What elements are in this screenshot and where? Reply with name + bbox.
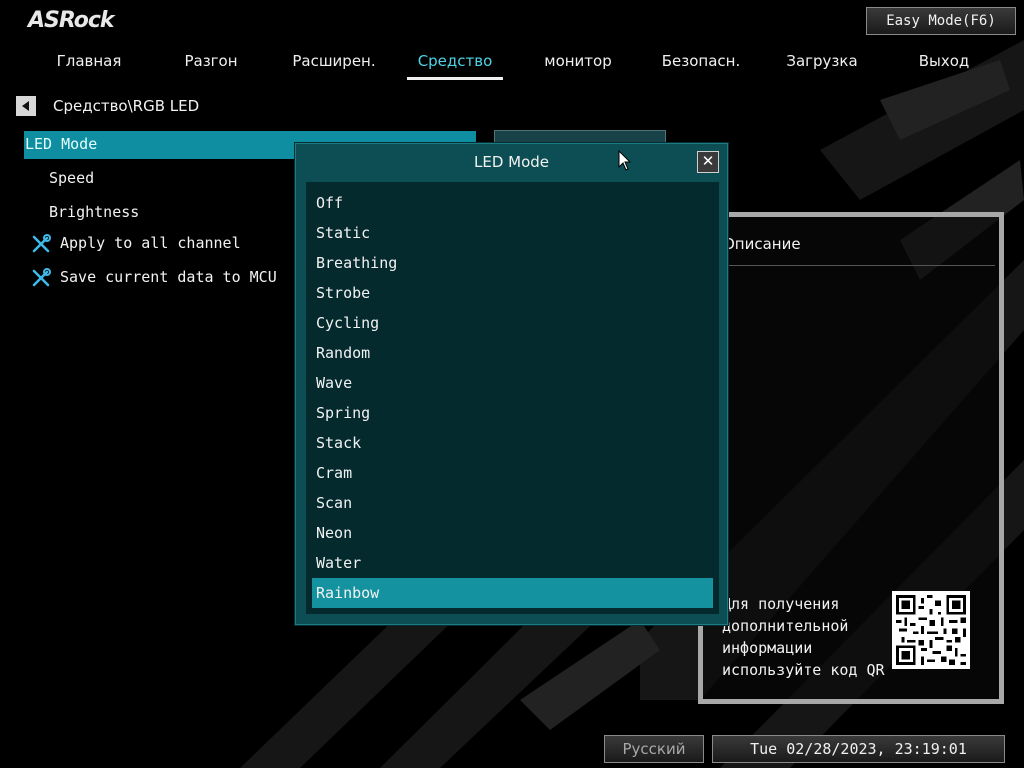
led-mode-dialog: LED Mode ✕ Off Static Breathing Strobe C… <box>295 143 728 625</box>
description-title: Описание <box>723 235 801 253</box>
language-button[interactable]: Русский <box>604 735 704 763</box>
menu-item-label: Brightness <box>49 203 140 221</box>
mouse-cursor-icon <box>618 150 632 171</box>
tab-oc-tweaker[interactable]: Разгон <box>170 46 252 80</box>
menu-item-label: Speed <box>49 169 95 187</box>
wrench-screwdriver-icon <box>32 233 51 252</box>
option-cycling[interactable]: Cycling <box>312 308 713 338</box>
menu-item-speed[interactable]: Speed <box>49 165 94 193</box>
back-arrow-icon[interactable] <box>16 96 36 116</box>
option-strobe[interactable]: Strobe <box>312 278 713 308</box>
option-random[interactable]: Random <box>312 338 713 368</box>
tab-main[interactable]: Главная <box>44 46 134 80</box>
asrock-logo: ASRock <box>28 8 115 33</box>
option-neon[interactable]: Neon <box>312 518 713 548</box>
menu-item-label: LED Mode <box>25 135 98 153</box>
wrench-screwdriver-icon <box>32 267 51 286</box>
menu-item-label: Apply to all channel <box>60 234 241 252</box>
qr-info-text: Для получения дополнительной информации … <box>722 595 885 679</box>
tab-tool[interactable]: Средство <box>407 46 503 80</box>
datetime-display: Tue 02/28/2023, 23:19:01 <box>712 735 1005 763</box>
option-water[interactable]: Water <box>312 548 713 578</box>
qr-code <box>892 591 970 669</box>
tab-advanced[interactable]: Расширен. <box>290 46 378 80</box>
option-spring[interactable]: Spring <box>312 398 713 428</box>
option-rainbow[interactable]: Rainbow <box>312 578 713 608</box>
description-panel: Описание Для получения дополнительной ин… <box>698 212 1004 704</box>
menu-item-label: Save current data to MCU <box>60 268 277 286</box>
menu-item-save-to-mcu[interactable]: Save current data to MCU <box>30 264 277 292</box>
option-stack[interactable]: Stack <box>312 428 713 458</box>
option-breathing[interactable]: Breathing <box>312 248 713 278</box>
close-icon[interactable]: ✕ <box>697 151 719 173</box>
dialog-title: LED Mode <box>473 153 550 171</box>
option-static[interactable]: Static <box>312 218 713 248</box>
option-wave[interactable]: Wave <box>312 368 713 398</box>
tab-boot[interactable]: Загрузка <box>780 46 864 80</box>
main-nav: Главная Разгон Расширен. Средство монито… <box>0 46 1024 82</box>
option-cram[interactable]: Cram <box>312 458 713 488</box>
breadcrumb: Средство\RGB LED <box>16 95 199 117</box>
divider <box>723 265 995 266</box>
options-list: Off Static Breathing Strobe Cycling Rand… <box>306 182 719 614</box>
option-scan[interactable]: Scan <box>312 488 713 518</box>
breadcrumb-path: Средство\RGB LED <box>53 97 200 115</box>
option-off[interactable]: Off <box>312 188 713 218</box>
tab-exit[interactable]: Выход <box>904 46 984 80</box>
tab-security[interactable]: Безопасн. <box>658 46 744 80</box>
easy-mode-button[interactable]: Easy Mode(F6) <box>866 7 1016 35</box>
menu-item-brightness[interactable]: Brightness <box>49 199 139 227</box>
menu-item-apply-all-channel[interactable]: Apply to all channel <box>30 230 241 258</box>
tab-monitor[interactable]: монитор <box>536 46 620 80</box>
